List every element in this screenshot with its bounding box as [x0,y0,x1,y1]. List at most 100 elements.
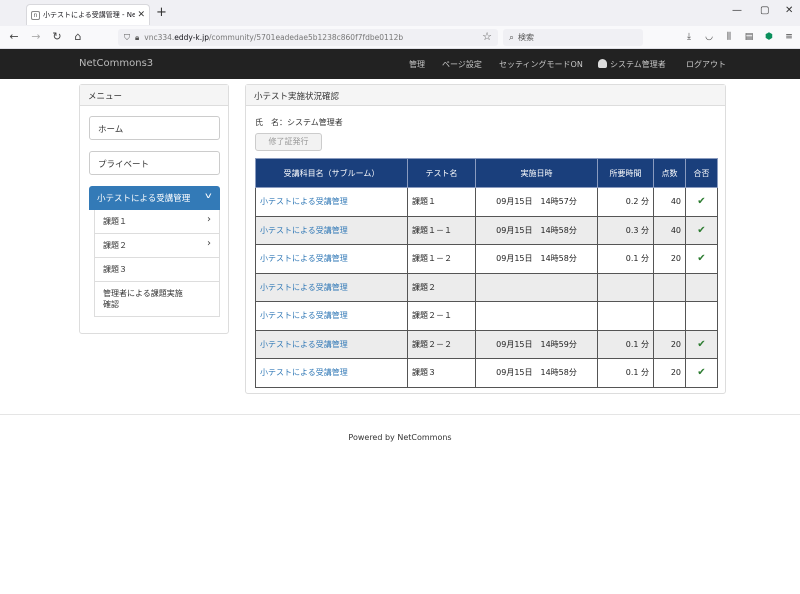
chevron-down-icon: v [205,191,212,200]
name-value: システム管理者 [287,118,343,127]
browser-tab-bar: n 小テストによる受講管理 - NetCom ✕ + — ▢ ✕ [0,0,800,26]
submenu-item-label: 課題３ [103,265,127,274]
submenu-item-task1[interactable]: 課題１ › [95,210,219,233]
nav-user[interactable]: システム管理者 [598,59,666,70]
duration-cell: 0.1 分 [597,358,654,388]
pocket-icon[interactable]: ◡ [703,32,715,42]
datetime-cell [475,272,598,302]
library-icon[interactable]: ⫼ [723,32,735,42]
quiz-status-panel: 小テスト実施状況確認 氏 名：システム管理者 修了証発行 受講科目名（サブルーム… [245,84,726,394]
nav-logout[interactable]: ログアウト [686,59,726,70]
browser-toolbar: ← → ↻ ⌂ ⛉ 🔒︎ vnc334.eddy-k.jp/community/… [0,26,800,49]
check-icon: ✔ [685,358,718,388]
submenu-item-admin-check[interactable]: 管理者による課題実施確認 [95,281,219,316]
site-header: NetCommons3 管理 ページ設定 セッティングモードON システム管理者… [0,49,800,79]
datetime-cell: 09月15日 14時58分 [475,358,598,388]
header-pass: 合否 [685,158,718,188]
menu-item-private[interactable]: プライベート [89,151,220,175]
subject-link[interactable]: 小テストによる受講管理 [255,358,408,388]
site-brand[interactable]: NetCommons3 [79,58,153,69]
check-icon: ✔ [685,187,718,217]
chevron-right-icon: › [207,214,211,225]
duration-cell: 0.1 分 [597,329,654,359]
score-cell: 40 [653,215,686,245]
table-row: 小テストによる受講管理 課題２－２ 09月15日 14時59分 0.1 分 20… [255,329,718,359]
submenu: 課題１ › 課題２ › 課題３ 管理者による課題実施確認 [94,210,220,317]
tab-close-icon[interactable]: ✕ [137,10,145,20]
bookmark-star-icon[interactable]: ☆ [482,30,492,43]
table-row: 小テストによる受講管理 課題１－２ 09月15日 14時58分 0.1 分 20… [255,244,718,274]
user-icon [598,59,607,68]
score-cell [653,301,686,331]
submenu-item-task2[interactable]: 課題２ › [95,233,219,257]
check-icon: ✔ [685,329,718,359]
name-label: 氏 名： [255,118,287,127]
panel-title: 小テスト実施状況確認 [246,85,725,106]
minimize-icon[interactable]: — [732,5,742,16]
datetime-cell: 09月15日 14時59分 [475,329,598,359]
subject-link[interactable]: 小テストによる受講管理 [255,244,408,274]
subject-link[interactable]: 小テストによる受講管理 [255,187,408,217]
table-row: 小テストによる受講管理 課題３ 09月15日 14時58分 0.1 分 20 ✔ [255,358,718,388]
score-cell: 20 [653,244,686,274]
page-favicon-icon: n [31,10,40,20]
back-icon[interactable]: ← [7,30,21,44]
duration-cell [597,301,654,331]
user-name-row: 氏 名：システム管理者 [255,117,343,128]
menu-item-quiz-course[interactable]: 小テストによる受講管理 v [89,186,220,210]
subject-link[interactable]: 小テストによる受講管理 [255,272,408,302]
footer-powered-by: Powered by NetCommons [348,433,452,442]
datetime-cell: 09月15日 14時58分 [475,215,598,245]
forward-icon[interactable]: → [29,30,43,44]
duration-cell [597,272,654,302]
sidebar-icon[interactable]: ▤ [743,32,755,42]
test-name-cell: 課題２－１ [407,301,476,331]
pass-cell [685,301,718,331]
test-name-cell: 課題１－１ [407,215,476,245]
menu-item-home[interactable]: ホーム [89,116,220,140]
header-duration: 所要時間 [597,158,654,188]
subject-link[interactable]: 小テストによる受講管理 [255,301,408,331]
test-name-cell: 課題２ [407,272,476,302]
browser-tab[interactable]: n 小テストによる受講管理 - NetCom ✕ [26,4,150,25]
subject-link[interactable]: 小テストによる受講管理 [255,329,408,359]
table-row: 小テストによる受講管理 課題２ [255,272,718,302]
check-icon: ✔ [685,244,718,274]
nav-setting-mode[interactable]: セッティングモードON [499,59,583,70]
test-name-cell: 課題１ [407,187,476,217]
maximize-icon[interactable]: ▢ [760,5,769,16]
downloads-icon[interactable]: ⤓ [683,32,695,42]
home-icon[interactable]: ⌂ [71,30,85,44]
chevron-right-icon: › [207,238,211,249]
quiz-results-table: 受講科目名（サブルーム） テスト名 実施日時 所要時間 点数 合否 小テストによ… [255,158,718,388]
menu-icon[interactable]: ≡ [783,32,795,42]
header-subject: 受講科目名（サブルーム） [255,158,408,188]
extension-shield-icon[interactable]: ⬢ [763,32,775,42]
datetime-cell: 09月15日 14時57分 [475,187,598,217]
tab-title: 小テストによる受講管理 - NetCom [43,11,136,19]
new-tab-button[interactable]: + [156,5,167,20]
table-header-row: 受講科目名（サブルーム） テスト名 実施日時 所要時間 点数 合否 [255,158,718,188]
duration-cell: 0.1 分 [597,244,654,274]
table-row: 小テストによる受講管理 課題２－１ [255,301,718,331]
subject-link[interactable]: 小テストによる受講管理 [255,215,408,245]
reload-icon[interactable]: ↻ [50,30,64,44]
shield-icon[interactable]: ⛉ [124,33,130,43]
nav-page-settings[interactable]: ページ設定 [442,59,482,70]
issue-certificate-button[interactable]: 修了証発行 [255,133,322,151]
search-bar[interactable]: ⌕ 検索 [503,29,643,46]
url-text: vnc334.eddy-k.jp/community/5701eadedae5b… [144,33,404,42]
nav-manage[interactable]: 管理 [409,59,425,70]
nav-user-label: システム管理者 [610,60,666,69]
menu-item-quiz-course-label: 小テストによる受講管理 [97,194,191,204]
submenu-item-label: 管理者による課題実施確認 [103,289,183,309]
address-bar[interactable]: ⛉ 🔒︎ vnc334.eddy-k.jp/community/5701eade… [118,29,498,46]
submenu-item-task3[interactable]: 課題３ [95,257,219,281]
score-cell: 40 [653,187,686,217]
table-row: 小テストによる受講管理 課題１－１ 09月15日 14時58分 0.3 分 40… [255,215,718,245]
submenu-item-label: 課題１ [103,217,127,226]
check-icon: ✔ [685,215,718,245]
lock-icon[interactable]: 🔒︎ [135,33,139,43]
score-cell [653,272,686,302]
window-close-icon[interactable]: ✕ [785,5,793,16]
